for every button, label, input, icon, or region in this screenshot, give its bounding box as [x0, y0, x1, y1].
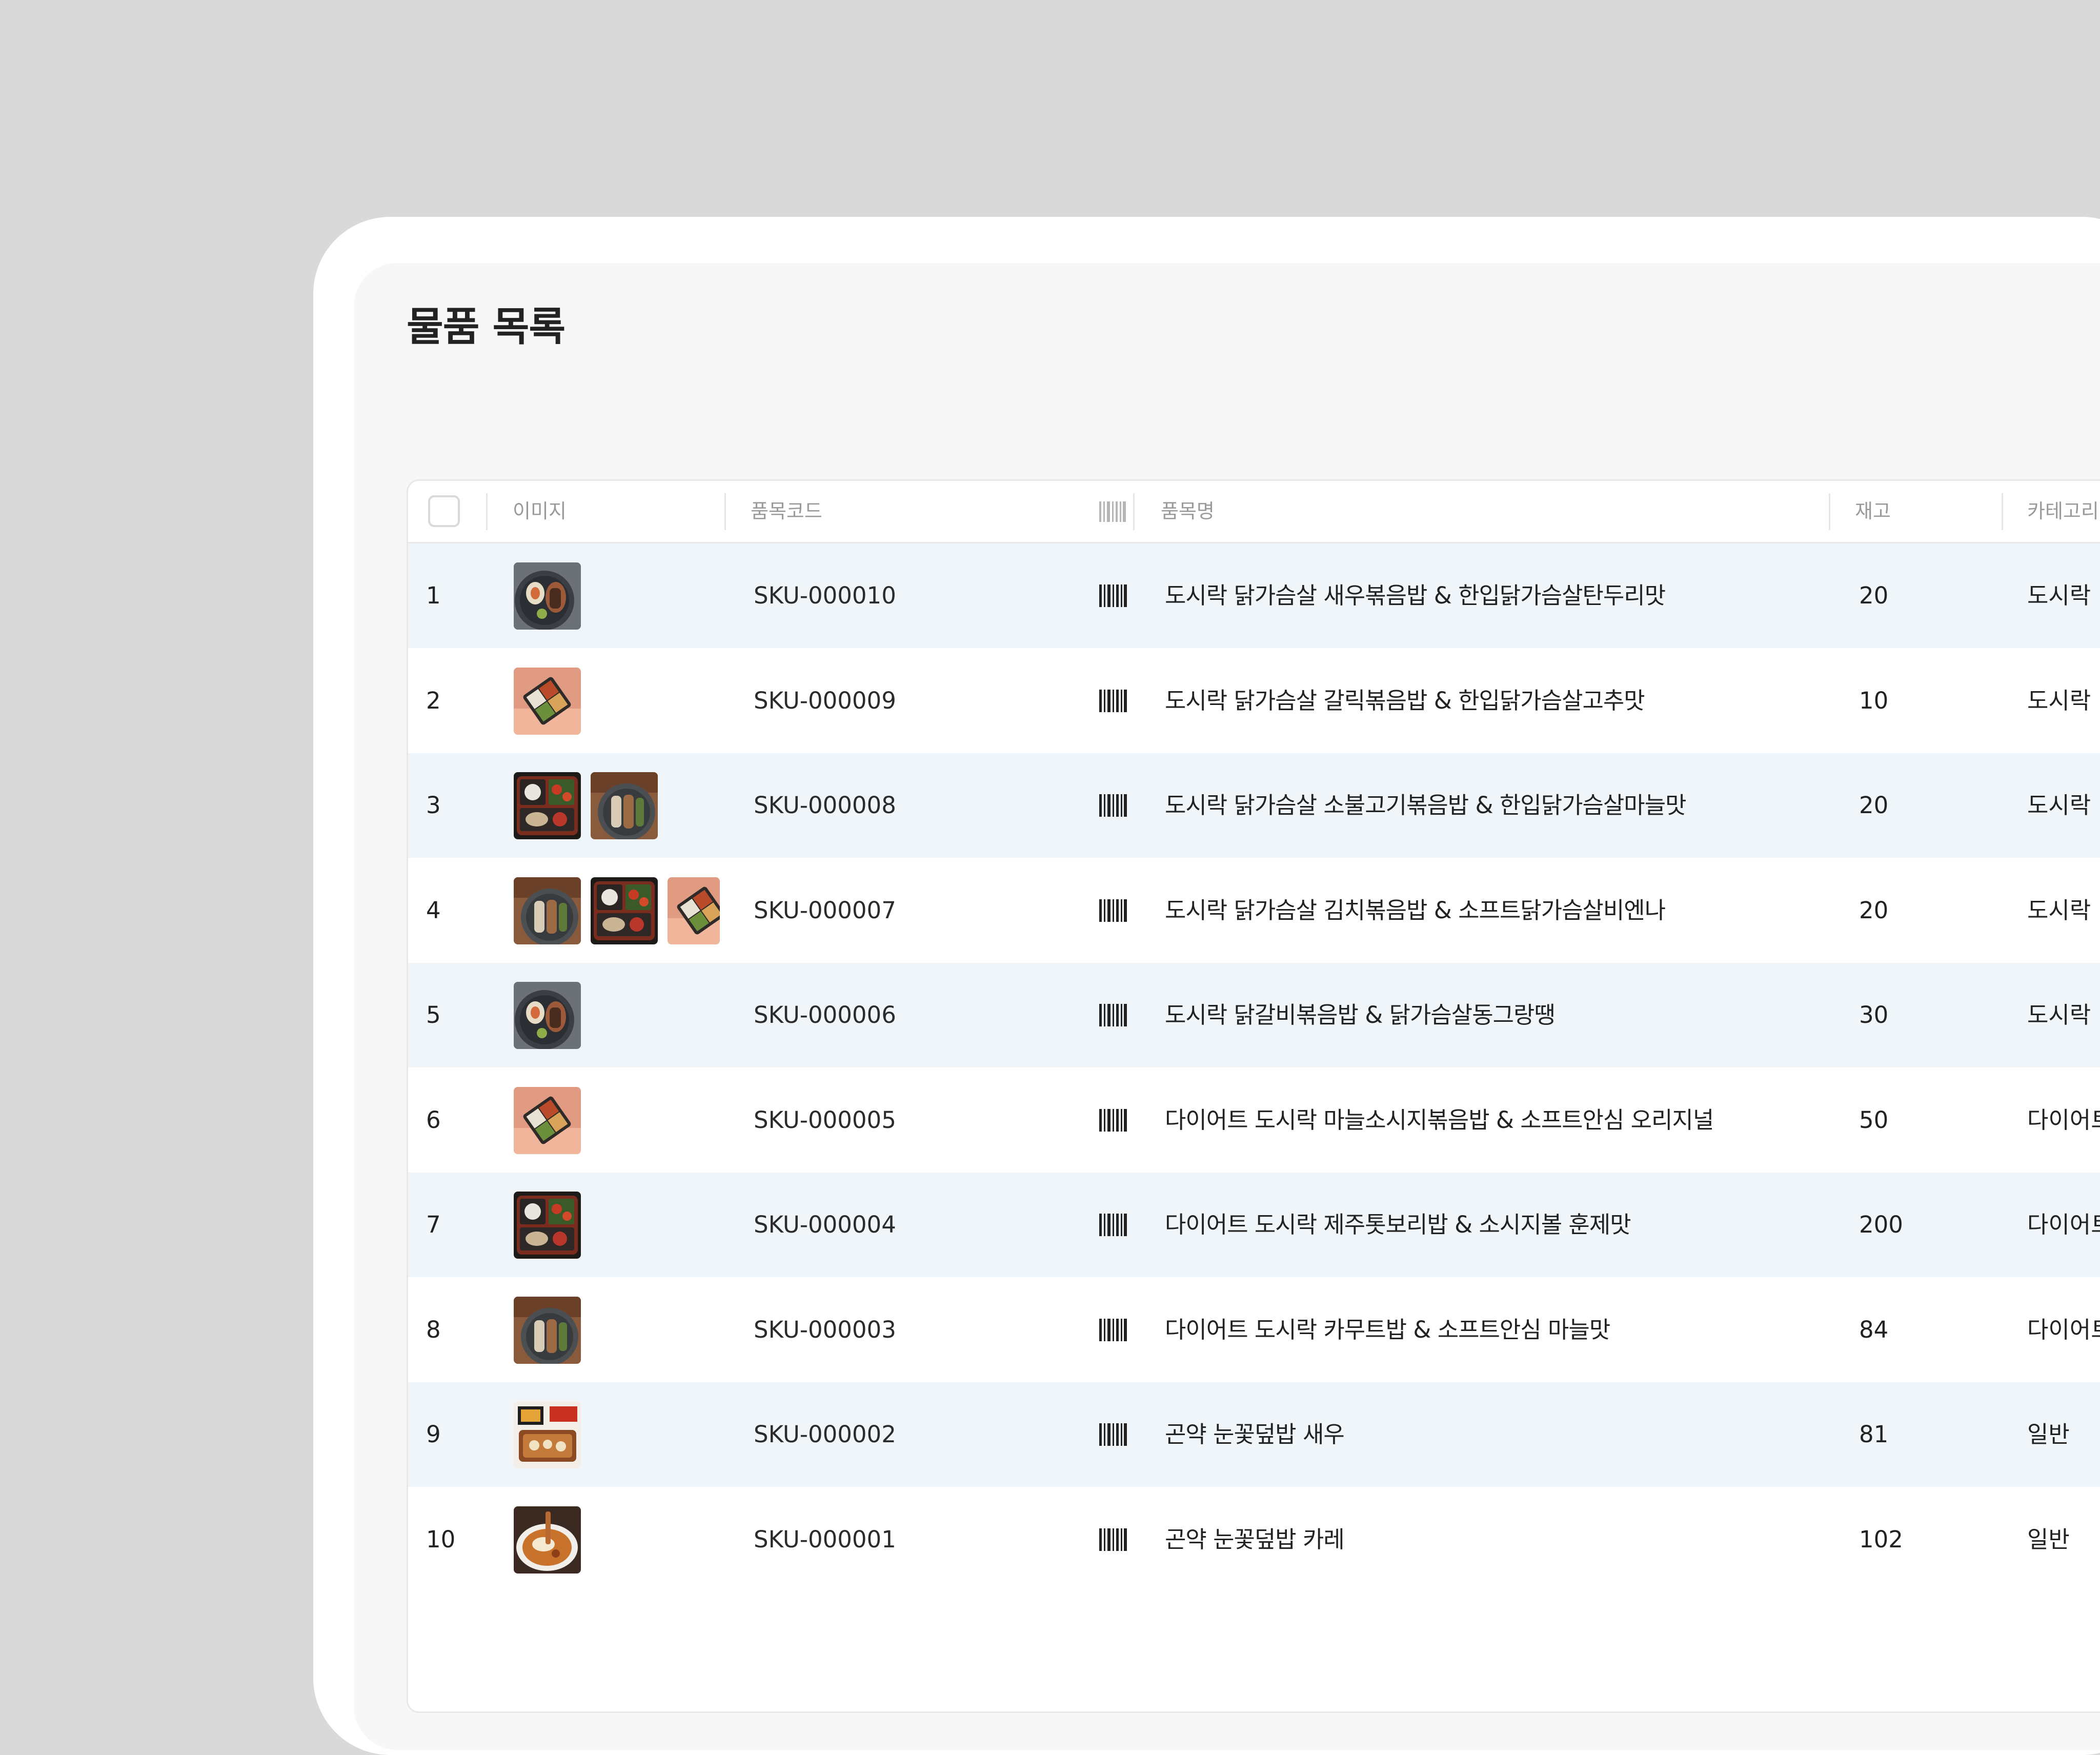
item-code: SKU-000001 — [754, 1525, 896, 1553]
item-stock: 30 — [1859, 1001, 1889, 1028]
table-row[interactable]: 1 SKU-000010 도시락 닭가슴살 새우볶음밥 & 한입닭가슴살탄두리맛 20… — [408, 543, 2100, 648]
item-stock: 20 — [1859, 582, 1889, 609]
product-thumbnail[interactable] — [514, 668, 581, 735]
item-code: SKU-000010 — [754, 582, 896, 609]
row-number: 1 — [426, 582, 441, 609]
header-stock[interactable]: 재고 — [1855, 481, 1891, 542]
item-name[interactable]: 곤약 눈꽃덮밥 새우 — [1165, 1382, 1345, 1487]
item-category: 일반 — [2027, 1421, 2070, 1448]
item-name[interactable]: 도시락 닭가슴살 소불고기볶음밥 & 한입닭가슴살마늘맛 — [1165, 753, 1687, 858]
item-stock: 20 — [1859, 896, 1889, 924]
item-stock: 84 — [1859, 1316, 1889, 1343]
item-name[interactable]: 곤약 눈꽃덮밥 카레 — [1165, 1487, 1345, 1592]
item-name[interactable]: 도시락 닭가슴살 새우볶음밥 & 한입닭가슴살탄두리맛 — [1165, 543, 1666, 648]
page-title: 물품 목록 — [407, 304, 566, 350]
table-row[interactable]: 9 SKU-000002 곤약 눈꽃덮밥 새우 81 일반 — [408, 1382, 2100, 1487]
row-number: 5 — [426, 1001, 441, 1028]
barcode-icon[interactable] — [1099, 899, 1127, 924]
table-row[interactable]: 6 SKU-000005 다이어트 도시락 마늘소시지볶음밥 & 소프트안심 오리지… — [408, 1067, 2100, 1173]
table-row[interactable]: 8 SKU-000003 다이어트 도시락 카무트밥 & 소프트안심 마늘맛 84 다이… — [408, 1277, 2100, 1382]
item-name[interactable]: 다이어트 도시락 카무트밥 & 소프트안심 마늘맛 — [1165, 1278, 1610, 1382]
product-thumbnail[interactable] — [514, 1192, 581, 1259]
product-thumbnail[interactable] — [591, 772, 658, 839]
item-name[interactable]: 도시락 닭갈비볶음밥 & 닭가슴살동그랑땡 — [1165, 963, 1556, 1067]
item-stock: 102 — [1859, 1525, 1903, 1553]
barcode-icon[interactable] — [1099, 501, 1126, 524]
item-category: 일반 — [2027, 1525, 2070, 1553]
item-code: SKU-000005 — [754, 1106, 896, 1134]
item-name[interactable]: 다이어트 도시락 마늘소시지볶음밥 & 소프트안심 오리지널 — [1165, 1068, 1714, 1173]
item-category: 도시락 — [2027, 1001, 2091, 1028]
barcode-icon[interactable] — [1099, 1423, 1127, 1448]
header-code[interactable]: 품목코드 — [751, 481, 822, 542]
product-thumbnail[interactable] — [514, 772, 581, 839]
item-category: 도시락 — [2027, 792, 2091, 819]
row-number: 4 — [426, 896, 441, 924]
column-divider — [1829, 493, 1830, 530]
product-thumbnail[interactable] — [514, 1401, 581, 1468]
select-all-checkbox[interactable] — [428, 495, 460, 527]
item-code: SKU-000007 — [754, 896, 896, 924]
item-category: 다이어트 — [2027, 1106, 2100, 1134]
product-thumbnail[interactable] — [514, 877, 581, 944]
product-thumbnail[interactable] — [591, 877, 658, 944]
item-stock: 200 — [1859, 1211, 1903, 1238]
product-thumbnail[interactable] — [514, 562, 581, 630]
item-code: SKU-000003 — [754, 1316, 896, 1343]
table-row[interactable]: 2 SKU-000009 도시락 닭가슴살 갈릭볶음밥 & 한입닭가슴살고추맛 10 도… — [408, 648, 2100, 753]
header-name[interactable]: 품목명 — [1161, 481, 1215, 542]
row-number: 2 — [426, 687, 441, 714]
row-number: 3 — [426, 792, 441, 819]
row-number: 7 — [426, 1211, 441, 1238]
item-stock: 81 — [1859, 1421, 1889, 1448]
row-number: 10 — [426, 1525, 456, 1553]
item-category: 도시락 — [2027, 687, 2091, 714]
item-category: 도시락 — [2027, 896, 2091, 924]
item-name[interactable]: 도시락 닭가슴살 갈릭볶음밥 & 한입닭가슴살고추맛 — [1165, 649, 1645, 753]
item-category: 다이어트 — [2027, 1211, 2100, 1238]
items-table: 이미지 품목코드 품목명 재고 카테고리 1 SKU-000010 도시락 닭가슴살… — [407, 479, 2100, 1713]
barcode-icon[interactable] — [1099, 1214, 1127, 1238]
item-code: SKU-000006 — [754, 1001, 896, 1028]
header-category[interactable]: 카테고리 — [2027, 481, 2099, 542]
barcode-icon[interactable] — [1099, 1108, 1127, 1134]
table-row[interactable]: 5 SKU-000006 도시락 닭갈비볶음밥 & 닭가슴살동그랑땡 30 도시락 — [408, 963, 2100, 1067]
column-divider — [2002, 493, 2003, 530]
table-row[interactable]: 10 SKU-000001 곤약 눈꽃덮밥 카레 102 일반 — [408, 1487, 2100, 1592]
row-number: 8 — [426, 1316, 441, 1343]
item-name[interactable]: 다이어트 도시락 제주톳보리밥 & 소시지볼 훈제맛 — [1165, 1173, 1631, 1277]
item-name[interactable]: 도시락 닭가슴살 김치볶음밥 & 소프트닭가슴살비엔나 — [1165, 858, 1666, 963]
item-code: SKU-000002 — [754, 1421, 896, 1448]
table-header: 이미지 품목코드 품목명 재고 카테고리 — [408, 481, 2100, 543]
product-thumbnail[interactable] — [514, 982, 581, 1049]
header-image[interactable]: 이미지 — [513, 481, 567, 542]
product-thumbnail[interactable] — [668, 877, 720, 944]
item-stock: 10 — [1859, 687, 1889, 714]
barcode-icon[interactable] — [1099, 1004, 1127, 1028]
column-divider — [1133, 493, 1135, 530]
barcode-icon[interactable] — [1099, 584, 1127, 609]
item-stock: 50 — [1859, 1106, 1889, 1134]
item-code: SKU-000009 — [754, 687, 896, 714]
item-code: SKU-000004 — [754, 1211, 896, 1238]
column-divider — [724, 493, 726, 530]
product-thumbnail[interactable] — [514, 1087, 581, 1154]
barcode-icon[interactable] — [1099, 1318, 1127, 1343]
item-category: 도시락 — [2027, 582, 2091, 609]
product-thumbnail[interactable] — [514, 1506, 581, 1574]
item-code: SKU-000008 — [754, 792, 896, 819]
item-category: 다이어트 — [2027, 1316, 2100, 1343]
barcode-icon[interactable] — [1099, 794, 1127, 819]
table-row[interactable]: 7 SKU-000004 다이어트 도시락 제주톳보리밥 & 소시지볼 훈제맛 200… — [408, 1173, 2100, 1277]
barcode-icon[interactable] — [1099, 1528, 1127, 1553]
table-row[interactable]: 3 SKU-000008 도시락 닭가슴살 소불고기볶음밥 & 한입닭가슴살마늘맛 2… — [408, 753, 2100, 858]
row-number: 9 — [426, 1421, 441, 1448]
column-divider — [486, 493, 488, 530]
table-row[interactable]: 4 SKU-000007 도시락 닭가슴살 김치볶음밥 & 소프트닭가슴살비엔나 20… — [408, 858, 2100, 963]
barcode-icon[interactable] — [1099, 689, 1127, 714]
item-stock: 20 — [1859, 792, 1889, 819]
row-number: 6 — [426, 1106, 441, 1134]
product-thumbnail[interactable] — [514, 1297, 581, 1364]
